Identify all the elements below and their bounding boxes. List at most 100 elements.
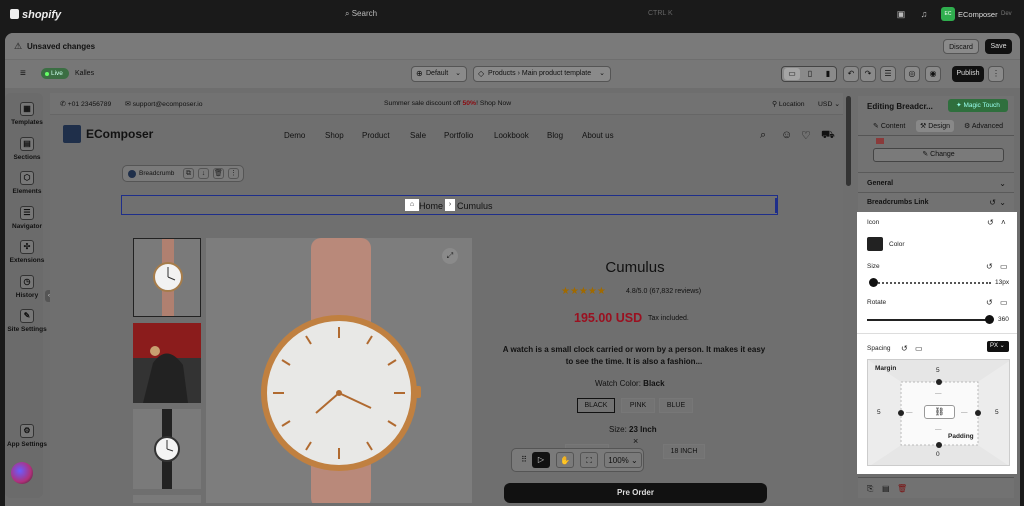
settings-sliders-icon[interactable]: ☰ <box>880 66 896 82</box>
sidebar-item-sections[interactable]: ▤ Sections <box>5 137 49 161</box>
store-name[interactable]: EComposer <box>958 10 998 19</box>
publish-button[interactable]: Publish <box>952 66 984 82</box>
nav-shop[interactable]: Shop <box>325 131 344 140</box>
margin-right[interactable]: 5 <box>995 409 999 416</box>
store-icon[interactable]: ▣ <box>895 9 907 21</box>
paste-icon[interactable]: ▤ <box>882 484 890 493</box>
product-thumb[interactable] <box>133 323 201 403</box>
preorder-button[interactable]: Pre Order <box>504 483 767 503</box>
padding-right[interactable]: — <box>961 409 968 416</box>
discard-button[interactable]: Discard <box>943 39 979 54</box>
device-icon[interactable]: ▭ <box>1000 298 1008 307</box>
nav-demo[interactable]: Demo <box>284 131 305 140</box>
reset-icon[interactable]: ↺ <box>986 298 993 307</box>
inspect-icon[interactable]: ◎ <box>904 66 920 82</box>
sidebar-item-app-settings[interactable]: ⚙ App Settings <box>5 424 49 448</box>
fit-screen-icon[interactable]: ⛶ <box>580 452 598 468</box>
rotate-slider-knob[interactable] <box>985 315 994 324</box>
delete-icon[interactable]: 🗑 <box>897 484 907 493</box>
padding-left[interactable]: — <box>906 409 913 416</box>
color-option-blue[interactable]: BLUE <box>659 398 693 413</box>
redo-icon[interactable]: ↷ <box>860 66 876 82</box>
nav-blog[interactable]: Blog <box>547 131 563 140</box>
global-search[interactable]: ⌕ Search <box>345 9 377 19</box>
margin-top[interactable]: 5 <box>936 367 940 374</box>
cart-icon[interactable]: ⛟ <box>821 129 835 143</box>
user-avatar[interactable] <box>11 462 33 484</box>
location-link[interactable]: ⚲ Location <box>772 100 805 108</box>
menu-icon[interactable]: ≡ <box>20 69 30 79</box>
size-option-18[interactable]: 18 INCH <box>663 444 705 459</box>
padding-top[interactable]: — <box>935 390 942 397</box>
size-slider-knob[interactable] <box>869 278 879 287</box>
device-icon[interactable]: ▭ <box>1000 262 1008 271</box>
heart-icon[interactable]: ♡ <box>801 129 811 142</box>
icon-color-swatch[interactable] <box>867 237 883 251</box>
zoom-select[interactable]: 100% ⌄ <box>604 452 642 468</box>
duplicate-icon[interactable]: ⧉ <box>183 168 194 179</box>
pointer-icon[interactable]: ▷ <box>532 452 550 468</box>
canvas-scrollbar[interactable] <box>846 96 851 186</box>
reset-icon[interactable]: ↺ <box>901 344 908 353</box>
sidebar-item-navigator[interactable]: ☰ Navigator <box>5 206 49 230</box>
brand-name[interactable]: EComposer <box>86 127 153 141</box>
sidebar-item-history[interactable]: ◷ History <box>5 275 49 299</box>
change-button[interactable]: ✎ Change <box>873 148 1004 162</box>
tab-content[interactable]: ✎ Content <box>873 122 905 130</box>
store-avatar[interactable]: EC <box>941 7 955 21</box>
nav-product[interactable]: Product <box>362 131 390 140</box>
device-icon[interactable]: ▭ <box>915 344 923 353</box>
breadcrumb-home[interactable]: Home <box>419 201 443 211</box>
size-slider-track[interactable] <box>871 282 991 284</box>
reset-icon[interactable]: ↺ <box>986 262 993 271</box>
undo-icon[interactable]: ↶ <box>843 66 859 82</box>
brand-logo-icon[interactable] <box>63 125 81 143</box>
expand-icon[interactable]: ⤢ <box>442 248 458 264</box>
tablet-icon[interactable]: ▯ <box>802 68 818 80</box>
view-select[interactable]: ⊕ Default ⌄ <box>411 66 467 82</box>
product-thumb[interactable] <box>133 495 201 503</box>
nav-lookbook[interactable]: Lookbook <box>494 131 529 140</box>
hand-icon[interactable]: ✋ <box>556 452 574 468</box>
padding-bottom[interactable]: — <box>935 426 942 433</box>
template-select[interactable]: ◇ Products › Main product template ⌄ <box>473 66 611 82</box>
reset-icon[interactable]: ↺ <box>987 218 994 227</box>
desktop-icon[interactable]: ▭ <box>784 68 800 80</box>
unit-select[interactable]: PX ⌄ <box>987 341 1009 352</box>
tab-advanced[interactable]: ⚙ Advanced <box>964 122 1003 130</box>
tab-design[interactable]: ⚒ Design <box>916 120 955 132</box>
margin-bottom[interactable]: 0 <box>936 451 940 458</box>
drag-handle-icon[interactable]: ⠿ <box>515 452 533 468</box>
nav-sale[interactable]: Sale <box>410 131 426 140</box>
magic-touch-button[interactable]: ✦ Magic Touch <box>948 99 1008 112</box>
product-thumb[interactable] <box>133 409 201 489</box>
chevron-down-icon[interactable]: ⌄ <box>999 198 1006 207</box>
nav-portfolio[interactable]: Portfolio <box>444 131 473 140</box>
nav-about[interactable]: About us <box>582 131 614 140</box>
color-option-black[interactable]: BLACK <box>577 398 615 413</box>
sidebar-item-extensions[interactable]: ✣ Extensions <box>5 240 49 264</box>
section-breadcrumbs-link[interactable]: Breadcrumbs Link <box>867 199 928 206</box>
shopify-logo[interactable]: shopify <box>10 9 61 21</box>
chevron-up-icon[interactable]: ˄ <box>1001 218 1006 227</box>
currency-select[interactable]: USD ⌄ <box>818 100 840 108</box>
chevron-down-icon[interactable]: ⌄ <box>999 179 1006 188</box>
mobile-icon[interactable]: ▮ <box>820 68 836 80</box>
account-icon[interactable]: ☺ <box>781 129 792 141</box>
sidebar-item-site-settings[interactable]: ✎ Site Settings <box>5 309 49 333</box>
margin-left[interactable]: 5 <box>877 409 881 416</box>
bell-icon[interactable]: ♫ <box>918 9 930 21</box>
save-button[interactable]: Save <box>985 39 1012 54</box>
product-thumb[interactable] <box>133 238 201 317</box>
move-down-icon[interactable]: ↓ <box>198 168 209 179</box>
color-option-pink[interactable]: PINK <box>621 398 655 413</box>
search-icon[interactable]: ⌕ <box>760 129 766 142</box>
preview-eye-icon[interactable]: ◉ <box>925 66 941 82</box>
promo-text[interactable]: Summer sale discount off 50%! Shop Now <box>384 100 511 107</box>
delete-icon[interactable]: 🗑 <box>213 168 224 179</box>
reset-icon[interactable]: ↺ <box>989 198 996 207</box>
link-icon[interactable]: ⛓ <box>924 405 955 419</box>
sidebar-item-templates[interactable]: ▦ Templates <box>5 102 49 126</box>
close-toolbar-icon[interactable]: × <box>633 436 638 446</box>
breadcrumb-block[interactable]: ⌂ Home › Cumulus <box>121 195 778 215</box>
